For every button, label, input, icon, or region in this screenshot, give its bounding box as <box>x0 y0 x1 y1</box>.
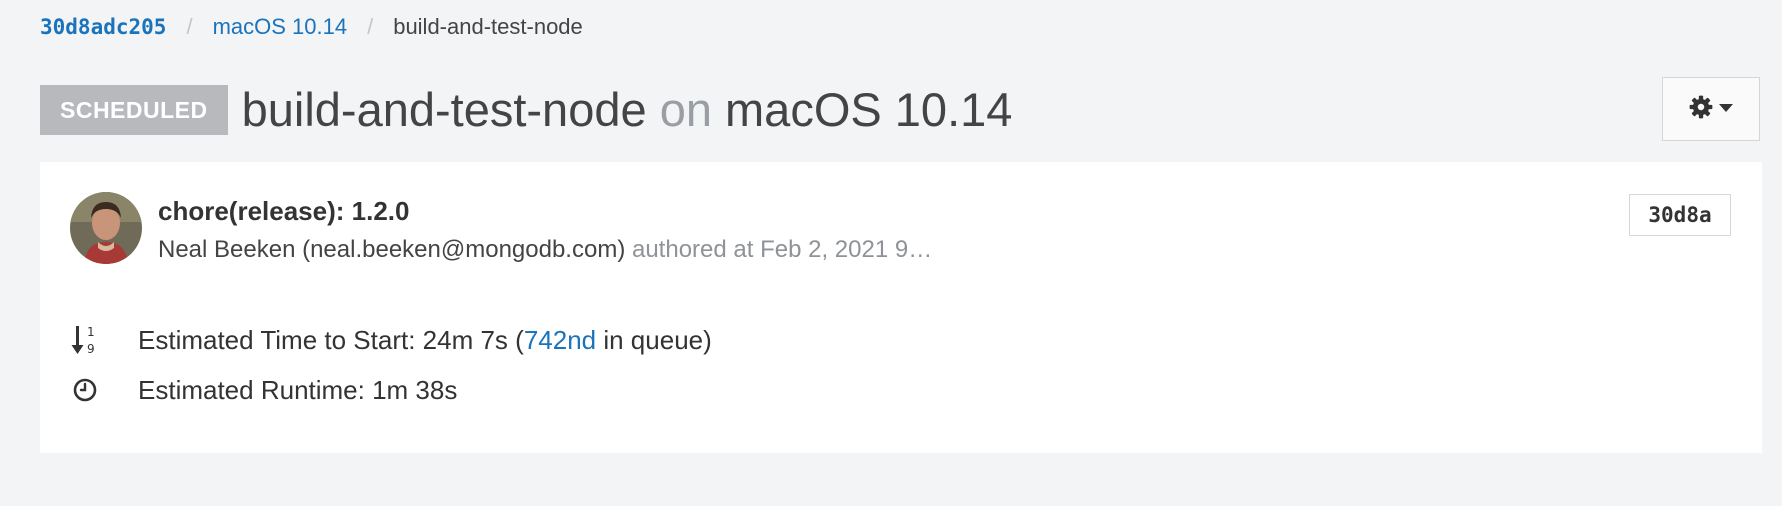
breadcrumb-commit-link[interactable]: 30d8adc205 <box>40 15 166 39</box>
breadcrumb-separator: / <box>367 14 374 39</box>
estimated-start-text: Estimated Time to Start: 24m 7s (742nd i… <box>138 325 712 356</box>
breadcrumb-separator: / <box>186 14 193 39</box>
commit-message: chore(release): 1.2.0 <box>158 196 410 226</box>
estimated-start-row: 1 9 Estimated Time to Start: 24m 7s (742… <box>70 322 712 358</box>
estimated-runtime-text: Estimated Runtime: 1m 38s <box>138 374 458 405</box>
clock-icon <box>70 372 100 408</box>
commit-author: Neal Beeken (neal.beeken@mongodb.com) <box>158 236 626 263</box>
task-name: build-and-test-node <box>241 83 647 136</box>
breadcrumb: 30d8adc205 / macOS 10.14 / build-and-tes… <box>40 14 583 40</box>
estimated-start-prefix: Estimated Time to Start: 24m 7s ( <box>138 324 524 355</box>
sort-numeric-icon: 1 9 <box>70 322 100 358</box>
estimated-runtime-row: Estimated Runtime: 1m 38s <box>70 372 457 408</box>
variant-name: macOS 10.14 <box>725 83 1013 136</box>
title-on-word: on <box>659 83 712 136</box>
breadcrumb-variant-link[interactable]: macOS 10.14 <box>213 14 348 40</box>
svg-text:1: 1 <box>87 325 95 339</box>
svg-text:9: 9 <box>87 342 95 356</box>
breadcrumb-current-task: build-and-test-node <box>393 14 583 39</box>
commit-sha-badge[interactable]: 30d8a <box>1629 194 1731 236</box>
commit-authored-at: authored at Feb 2, 2021 9… <box>631 236 933 263</box>
settings-dropdown-button[interactable] <box>1662 77 1760 141</box>
commit-meta: Neal Beeken (neal.beeken@mongodb.com) au… <box>158 236 932 264</box>
gear-icon <box>1688 94 1714 125</box>
queue-position-link[interactable]: 742nd <box>524 325 596 355</box>
page-header: SCHEDULED build-and-test-node on macOS 1… <box>40 82 1012 137</box>
task-panel: chore(release): 1.2.0 Neal Beeken (neal.… <box>40 162 1762 453</box>
estimated-start-suffix: in queue) <box>596 324 712 355</box>
avatar <box>70 192 142 264</box>
page-title: build-and-test-node on macOS 10.14 <box>242 82 1013 137</box>
caret-down-icon <box>1718 100 1734 118</box>
status-badge: SCHEDULED <box>40 84 228 135</box>
